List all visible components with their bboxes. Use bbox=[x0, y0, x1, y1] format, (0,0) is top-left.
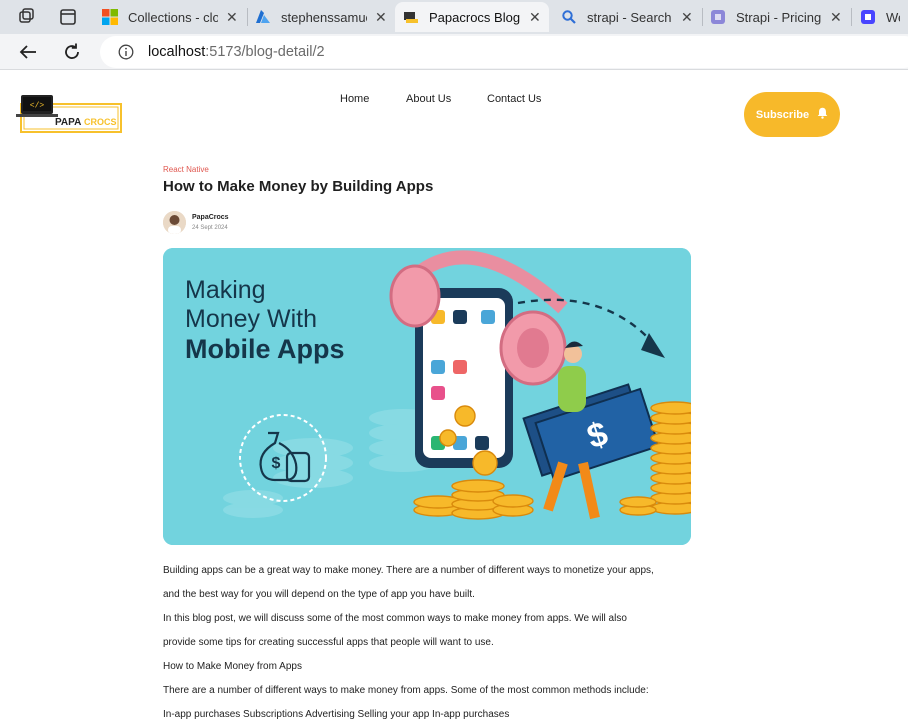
url-path: :5173/blog-detail/2 bbox=[205, 44, 325, 60]
strapi-icon bbox=[860, 9, 876, 25]
author-name: PapaCrocs bbox=[192, 214, 229, 221]
article-paragraph: In-app purchases Subscriptions Advertisi… bbox=[163, 709, 510, 720]
article-paragraph: There are a number of different ways to … bbox=[163, 685, 649, 696]
back-icon[interactable] bbox=[16, 40, 40, 64]
site-logo[interactable]: </> PAPA CROCS bbox=[15, 93, 123, 135]
address-bar[interactable]: localhost:5173/blog-detail/2 bbox=[100, 36, 908, 68]
tab-collections[interactable]: Collections - clo ✕ bbox=[94, 2, 246, 32]
hero-text-line2: Money With bbox=[185, 305, 317, 333]
blog-page: </> PAPA CROCS Home About Us Contact Us … bbox=[0, 71, 908, 720]
nav-home[interactable]: Home bbox=[340, 93, 369, 105]
article-paragraph: and the best way for you will depend on … bbox=[163, 589, 475, 600]
hero-text-line3: Mobile Apps bbox=[185, 334, 345, 364]
article-title: How to Make Money by Building Apps bbox=[163, 178, 434, 195]
article-paragraph: Building apps can be a great way to make… bbox=[163, 565, 654, 576]
url-host: localhost bbox=[148, 44, 206, 60]
tab-stephenssamuel[interactable]: stephenssamuel ✕ bbox=[247, 2, 395, 32]
tab-title: Collections - clo bbox=[128, 9, 218, 25]
tab-papacrocs-blog[interactable]: Papacrocs Blog ✕ bbox=[395, 2, 549, 32]
hero-text-line1: Making bbox=[185, 276, 266, 304]
nav-contact-us[interactable]: Contact Us bbox=[487, 93, 541, 105]
strapi-icon bbox=[710, 9, 726, 25]
refresh-icon[interactable] bbox=[60, 40, 84, 64]
close-icon[interactable]: ✕ bbox=[681, 10, 693, 24]
svg-text:</>: </> bbox=[30, 102, 45, 111]
close-icon[interactable]: ✕ bbox=[375, 10, 387, 24]
workspaces-icon[interactable] bbox=[16, 6, 38, 28]
tab-title: Papacrocs Blog bbox=[429, 9, 521, 25]
tab-title: Strapi - Pricing bbox=[736, 9, 822, 25]
close-icon[interactable]: ✕ bbox=[226, 10, 238, 24]
tab-web[interactable]: Web bbox=[852, 2, 908, 32]
svg-text:$: $ bbox=[272, 455, 281, 472]
tab-title: strapi - Search bbox=[587, 9, 672, 25]
article-paragraph: provide some tips for creating successfu… bbox=[163, 637, 494, 648]
nav-about-us[interactable]: About Us bbox=[406, 93, 451, 105]
info-icon[interactable] bbox=[118, 44, 134, 60]
subscribe-button[interactable]: Subscribe bbox=[744, 92, 840, 137]
tab-title: stephenssamuel bbox=[281, 9, 367, 25]
bell-icon bbox=[817, 107, 828, 122]
article-hero-image: $ $ Making Money With Mobile Apps bbox=[163, 248, 691, 545]
browser-toolbar: localhost:5173/blog-detail/2 bbox=[0, 34, 908, 70]
avatar bbox=[163, 211, 186, 234]
search-icon bbox=[561, 9, 577, 25]
tab-strapi-pricing[interactable]: Strapi - Pricing ✕ bbox=[702, 2, 850, 32]
logo-text-left: PAPA bbox=[55, 117, 81, 128]
subscribe-label: Subscribe bbox=[755, 108, 810, 121]
close-icon[interactable]: ✕ bbox=[529, 10, 541, 24]
publish-date: 24 Sept 2024 bbox=[192, 225, 228, 231]
browser-tab-strip: Collections - clo ✕ stephenssamuel ✕ Pap… bbox=[0, 0, 908, 34]
article-paragraph: In this blog post, we will discuss some … bbox=[163, 613, 627, 624]
article-subheading: How to Make Money from Apps bbox=[163, 661, 302, 672]
article-category[interactable]: React Native bbox=[163, 165, 209, 174]
tab-actions-icon[interactable] bbox=[57, 6, 79, 28]
close-icon[interactable]: ✕ bbox=[830, 10, 842, 24]
logo-text-right: CROCS bbox=[84, 117, 117, 127]
site-favicon bbox=[403, 9, 419, 25]
azure-icon bbox=[255, 9, 271, 25]
tab-strapi-search[interactable]: strapi - Search ✕ bbox=[553, 2, 701, 32]
tab-title: Web bbox=[886, 9, 900, 25]
microsoft-icon bbox=[102, 9, 118, 25]
